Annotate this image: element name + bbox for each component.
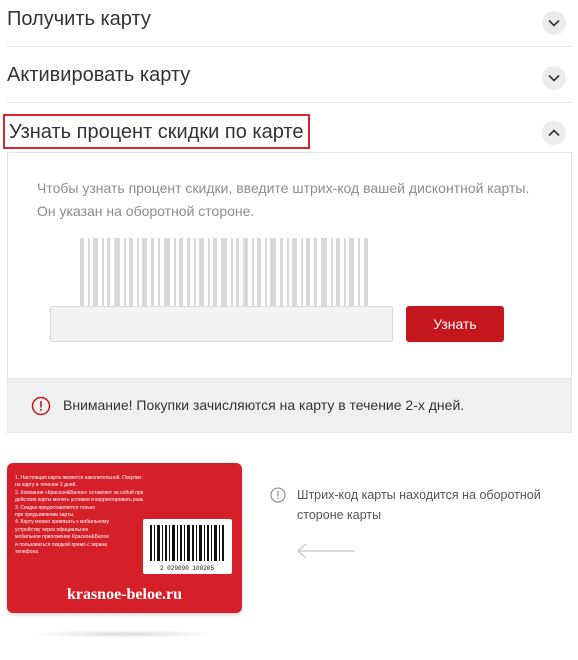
info-circle-icon: [270, 487, 286, 503]
card-term-line: телефона.: [15, 549, 40, 556]
accordion-item-activate-card[interactable]: Активировать карту: [7, 47, 572, 103]
hint-text: Штрих-код карты находится на оборотной с…: [297, 488, 541, 522]
chevron-down-icon[interactable]: [542, 66, 566, 90]
card-term-line: 2. Компания «Красное&Белое» оставляет за…: [15, 489, 143, 496]
notice-text: Внимание! Покупки зачисляются на карту в…: [63, 397, 465, 413]
accordion-item-discount-check[interactable]: Узнать процент скидки по карте: [3, 114, 311, 149]
accordion-title[interactable]: Активировать карту: [7, 64, 190, 87]
barcode-illustration: [80, 238, 368, 308]
alert-circle-icon: [31, 396, 51, 416]
card-shadow: [28, 630, 218, 638]
discount-panel: Чтобы узнать процент скидки, введите штр…: [7, 152, 572, 379]
chevron-up-icon[interactable]: [542, 121, 566, 145]
discount-card-image: 1. Настоящая карта является накопительно…: [7, 463, 242, 613]
card-site-url: krasnoe-beloe.ru: [66, 586, 183, 603]
card-term-line: на карту в течение 2 дней.: [15, 482, 77, 489]
arrow-left-icon: [297, 543, 355, 559]
card-term-line: действия карты менять условия и корректи…: [15, 497, 143, 504]
card-term-line: 1. Настоящая карта является накопительно…: [15, 475, 143, 481]
chevron-down-icon[interactable]: [542, 11, 566, 35]
card-term-line: 4. Карту можно привязать к мобильному: [15, 519, 109, 526]
card-term-line: при предъявлении карты.: [15, 512, 75, 519]
card-terms: 1. Настоящая карта является накопительно…: [15, 475, 143, 556]
card-term-line: и пользоваться скидкой прямо с экрана: [15, 541, 107, 548]
card-barcode: 2 029090 100205: [143, 519, 232, 574]
accordion-item-get-card[interactable]: Получить карту: [7, 0, 572, 47]
notice-banner: Внимание! Покупки зачисляются на карту в…: [7, 379, 572, 433]
check-discount-button[interactable]: Узнать: [406, 306, 504, 342]
accordion-title[interactable]: Получить карту: [7, 8, 151, 31]
card-term-line: мобильное приложение Красное&Белое: [15, 534, 110, 541]
card-term-line: устройству через официальное: [15, 526, 89, 533]
card-barcode-digits: 2 029090 100205: [160, 565, 214, 572]
accordion-title[interactable]: Узнать процент скидки по карте: [9, 121, 303, 143]
barcode-input[interactable]: [50, 306, 393, 342]
card-term-line: 3. Скидка предоставляется только: [15, 504, 95, 511]
instruction-text: Чтобы узнать процент скидки, введите штр…: [37, 180, 530, 219]
